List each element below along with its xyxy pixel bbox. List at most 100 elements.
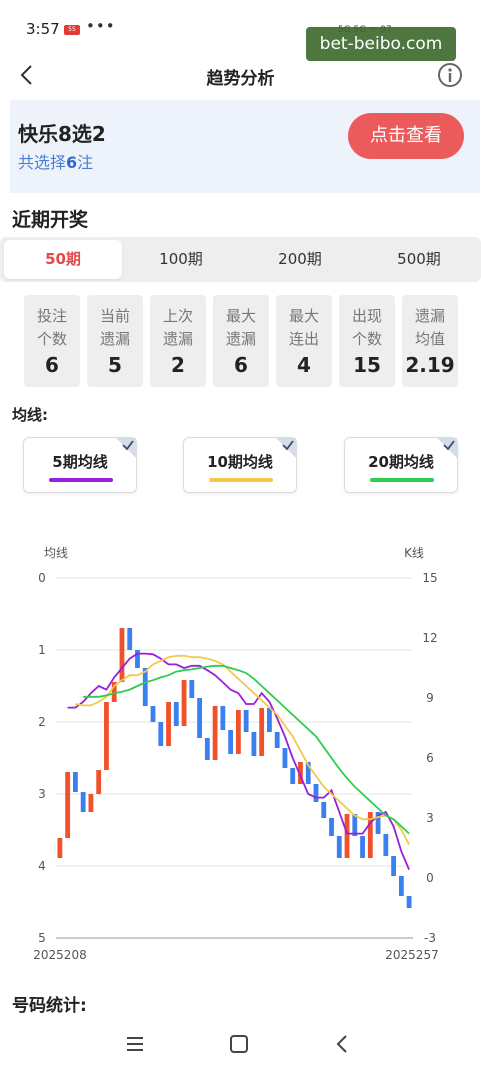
ma-line-1 xyxy=(75,654,410,845)
ma5-toggle[interactable]: 5期均线 xyxy=(23,437,137,493)
menu-icon[interactable] xyxy=(121,1030,149,1058)
stat-value: 5 xyxy=(108,353,122,377)
stat-max-streak: 最大连出 4 xyxy=(276,295,332,387)
stat-label: 遗漏均值 xyxy=(414,307,445,348)
ma5-color-line xyxy=(49,478,113,482)
selection-count: 6 xyxy=(66,153,78,172)
candle xyxy=(290,768,296,784)
left-tick-label: 1 xyxy=(38,643,46,657)
candle xyxy=(329,818,334,836)
candle xyxy=(360,836,365,858)
left-tick-label: 4 xyxy=(38,859,46,873)
right-tick-label: 9 xyxy=(426,691,434,705)
candle xyxy=(166,702,171,746)
candle xyxy=(321,802,327,818)
candle xyxy=(274,732,280,748)
candle xyxy=(197,698,202,738)
trend-chart: 均线 K线01234515129630-32025208 2025257 xyxy=(33,546,438,962)
candle xyxy=(243,710,249,732)
back-icon[interactable] xyxy=(329,1030,357,1058)
check-icon xyxy=(437,438,457,458)
ma10-toggle[interactable]: 10期均线 xyxy=(183,437,297,493)
tab-200[interactable]: 200期 xyxy=(241,240,359,279)
candle xyxy=(96,770,102,794)
stat-label: 投注个数 xyxy=(36,307,67,348)
left-tick-label: 2 xyxy=(38,715,46,729)
period-tabs: 50期 100期 200期 500期 xyxy=(0,237,481,282)
stat-value: 2 xyxy=(171,353,185,377)
right-tick-label: -3 xyxy=(424,931,436,945)
candle xyxy=(212,706,218,760)
candle xyxy=(282,748,288,768)
info-icon[interactable] xyxy=(437,62,463,88)
right-tick-label: 15 xyxy=(422,571,437,585)
candle xyxy=(383,834,389,856)
home-icon[interactable] xyxy=(225,1030,253,1058)
stat-last-miss: 上次遗漏 2 xyxy=(150,295,206,387)
left-axis-label: 均线 xyxy=(44,546,68,560)
candle xyxy=(142,668,148,706)
number-stats-title: 号码统计: xyxy=(12,996,87,1016)
candle xyxy=(173,702,179,726)
status-time: 3:57 xyxy=(26,20,60,38)
left-tick-label: 0 xyxy=(38,571,46,585)
page-title: 趋势分析 xyxy=(206,69,275,89)
stat-label: 上次遗漏 xyxy=(162,307,193,348)
ma20-color-line xyxy=(370,478,434,482)
status-dots: ••• xyxy=(86,17,116,35)
candle xyxy=(57,838,63,858)
view-button[interactable]: 点击查看 xyxy=(348,113,464,159)
right-tick-label: 6 xyxy=(426,751,434,765)
right-axis-label: K线 xyxy=(404,546,424,560)
recent-title: 近期开奖 xyxy=(12,209,89,231)
tab-100[interactable]: 100期 xyxy=(122,240,240,279)
candle xyxy=(344,814,350,858)
x-start-label: 2025208 xyxy=(33,948,86,962)
candle xyxy=(406,896,412,908)
ma10-color-line xyxy=(209,478,273,482)
candle xyxy=(104,702,109,770)
tab-500[interactable]: 500期 xyxy=(360,240,478,279)
stats-row: 投注个数 6 当前遗漏 5 上次遗漏 2 最大遗漏 6 最大连出 4 出现个数 … xyxy=(24,295,464,387)
selection-prefix: 共选择 xyxy=(18,153,67,172)
candle xyxy=(119,628,125,682)
stat-value: 6 xyxy=(45,353,59,377)
candle xyxy=(259,708,265,756)
selection-summary: 共选择6注 xyxy=(18,149,93,173)
stat-label: 最大连出 xyxy=(288,307,319,348)
ma-line-2 xyxy=(83,664,410,835)
tab-50[interactable]: 50期 xyxy=(4,240,122,279)
candle xyxy=(127,628,133,650)
stat-value: 2.19 xyxy=(405,353,455,377)
candle xyxy=(391,856,397,876)
stat-miss-average: 遗漏均值 2.19 xyxy=(402,295,458,387)
right-tick-label: 12 xyxy=(422,631,437,645)
candle xyxy=(235,710,241,754)
system-nav-bar xyxy=(0,1018,481,1070)
stat-label: 当前遗漏 xyxy=(99,307,130,348)
candle xyxy=(65,772,71,838)
candle xyxy=(181,680,187,726)
x-end-label: 2025257 xyxy=(385,948,438,962)
stat-max-miss: 最大遗漏 6 xyxy=(213,295,269,387)
candle xyxy=(228,730,234,754)
stat-value: 15 xyxy=(353,353,381,377)
selection-suffix: 注 xyxy=(77,153,94,172)
candle xyxy=(158,722,164,746)
candle xyxy=(72,772,78,792)
ma-line-0 xyxy=(67,652,410,870)
nav-bar: 趋势分析 xyxy=(0,52,481,98)
candle xyxy=(336,836,342,858)
left-tick-label: 5 xyxy=(38,931,46,945)
check-icon xyxy=(276,438,296,458)
status-badge: 55 xyxy=(64,25,80,35)
ma-label: 均线: xyxy=(12,406,48,424)
stat-label: 最大遗漏 xyxy=(225,307,256,348)
candle xyxy=(189,680,195,698)
ma20-toggle[interactable]: 20期均线 xyxy=(344,437,458,493)
candle xyxy=(398,876,404,896)
candle xyxy=(80,792,86,812)
candle xyxy=(313,784,319,802)
check-icon xyxy=(116,438,136,458)
right-tick-label: 0 xyxy=(426,871,434,885)
